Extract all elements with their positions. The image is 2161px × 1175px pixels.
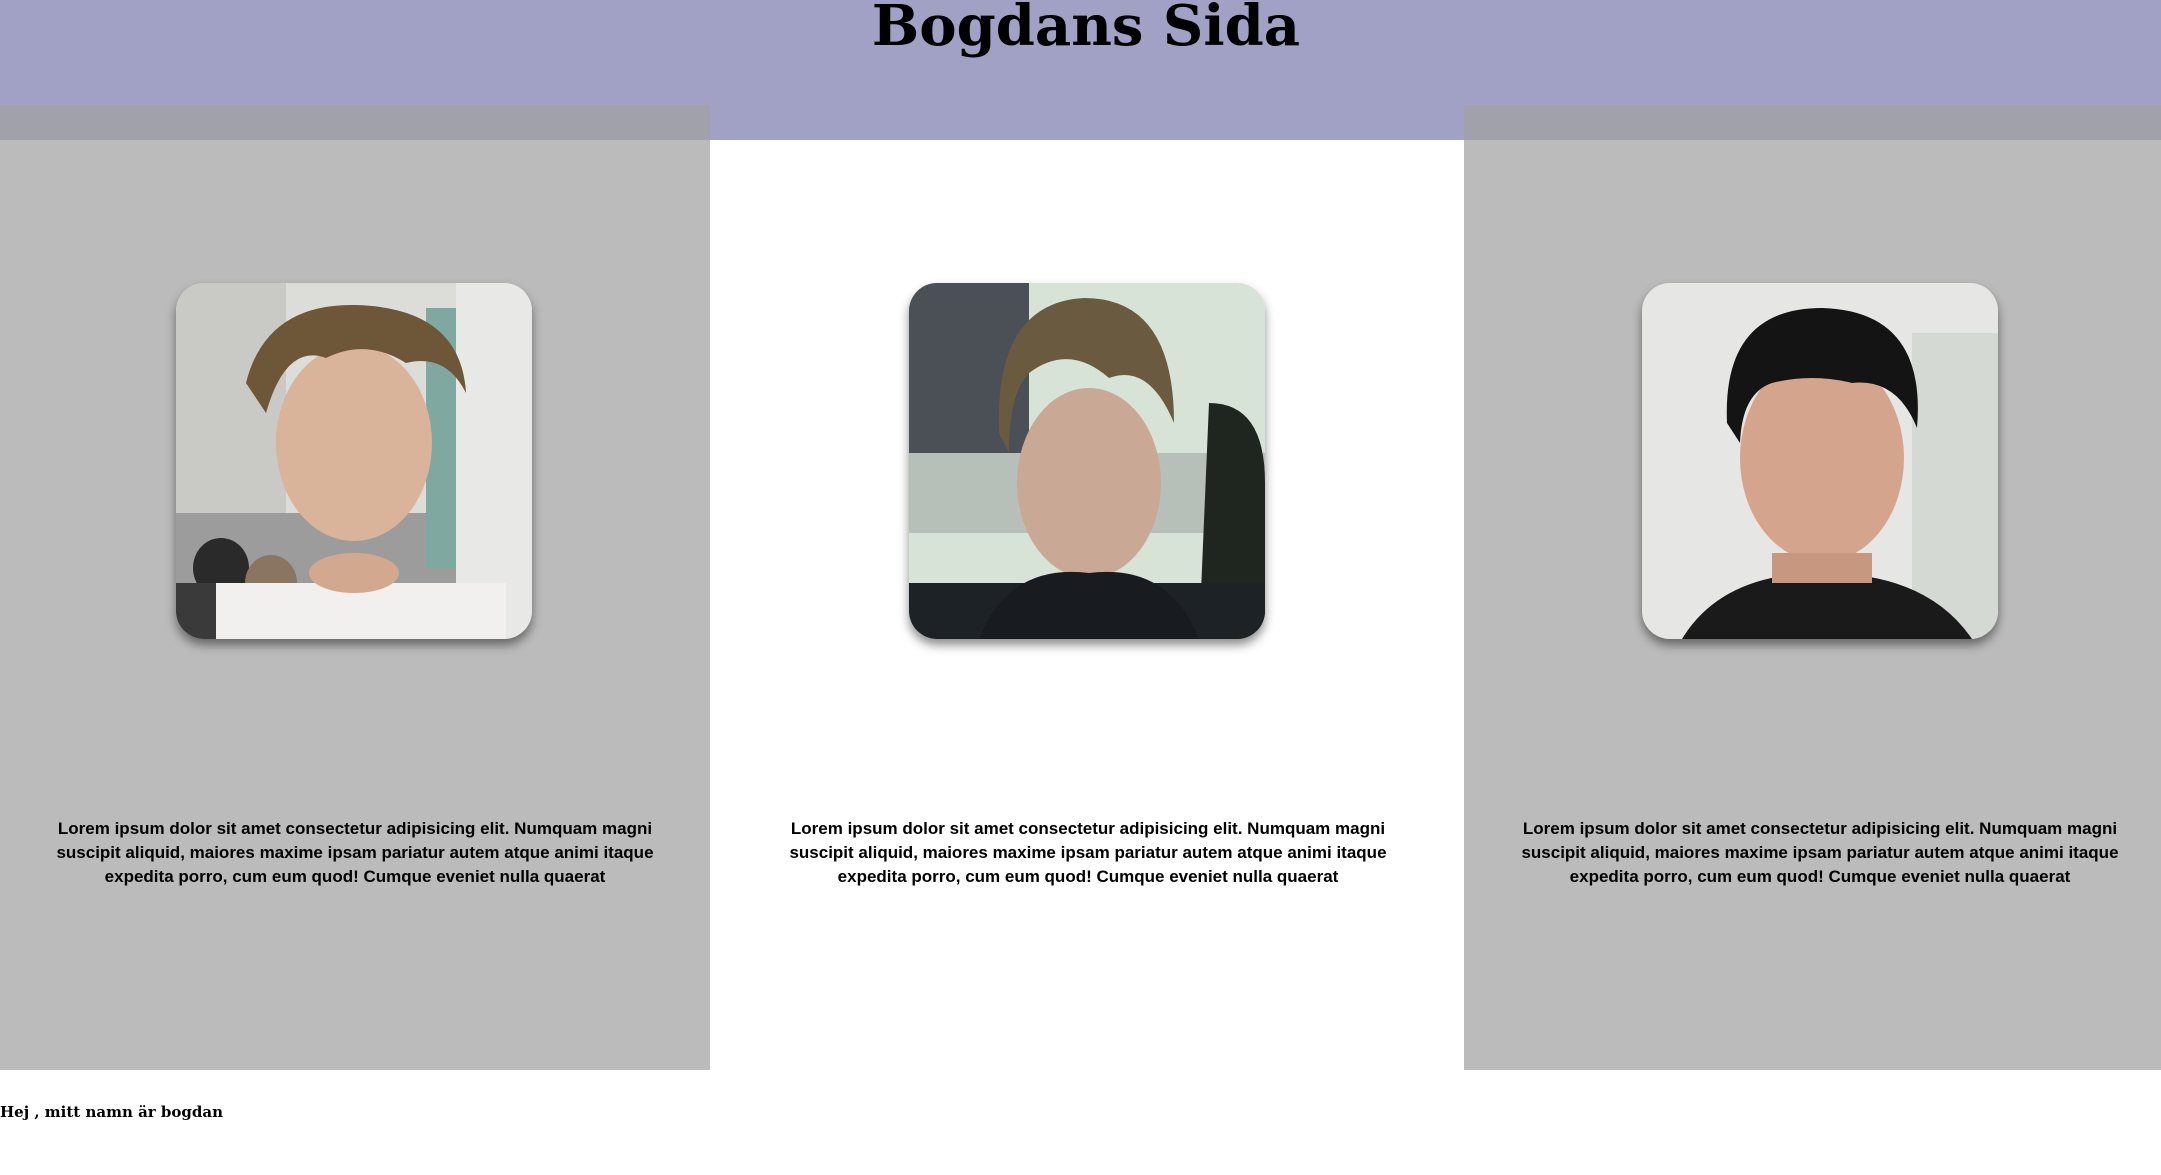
profile-photo-1-image (176, 283, 532, 639)
profile-photo-3-image (1642, 283, 1998, 639)
profile-description-3: Lorem ipsum dolor sit amet consectetur a… (1521, 819, 2119, 886)
profile-photo-1 (176, 283, 532, 639)
profile-photo-2 (909, 283, 1265, 639)
page-title: Bogdans Sida (871, 0, 1301, 59)
column-top-strip (0, 105, 710, 140)
profile-description-1: Lorem ipsum dolor sit amet consectetur a… (56, 819, 654, 886)
profile-photo-2-image (909, 283, 1265, 639)
column-top-strip (1464, 105, 2161, 140)
profile-description-2: Lorem ipsum dolor sit amet consectetur a… (789, 819, 1387, 886)
footer-greeting: Hej , mitt namn är bogdan (0, 1103, 224, 1121)
profile-photo-3 (1642, 283, 1998, 639)
